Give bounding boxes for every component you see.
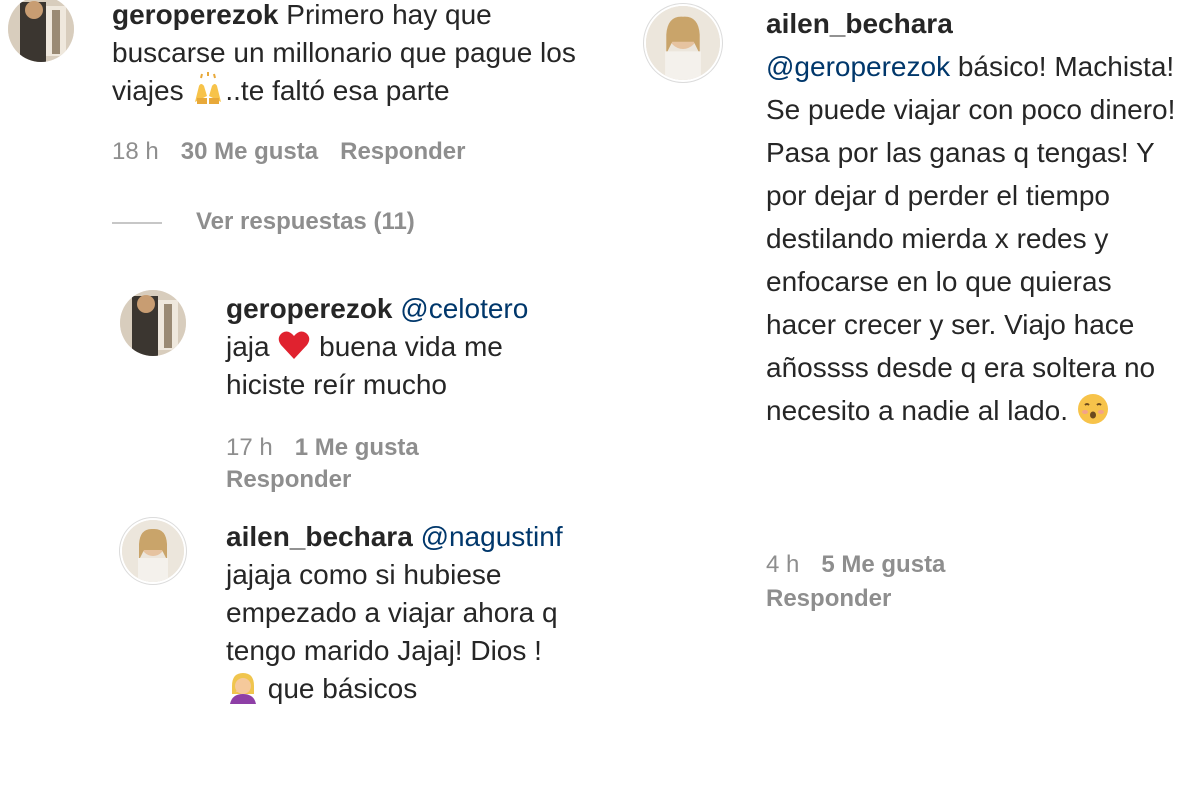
comment-username[interactable]: ailen_bechara	[766, 8, 953, 39]
reply-body: ailen_bechara @nagustinf jajaja como si …	[226, 518, 598, 708]
avatar[interactable]	[8, 0, 74, 62]
reply-text-end: que básicos	[260, 673, 418, 704]
comment-time: 18 h	[112, 138, 159, 165]
reply-button[interactable]: Responder	[340, 138, 465, 165]
user-photo-icon	[120, 290, 186, 356]
reply-text: jajaja como si hubiese empezado a viajar…	[226, 559, 566, 666]
replies-divider	[112, 221, 162, 224]
user-photo-icon	[8, 0, 74, 62]
reply-mention[interactable]: @celotero	[400, 293, 528, 324]
reply-body: geroperezok @celotero jaja buena vida me…	[226, 290, 576, 404]
reply-button[interactable]: Responder	[226, 466, 351, 493]
left-comment-thread: geroperezok Primero hay que buscarse un …	[0, 0, 600, 802]
view-replies-label: Ver respuestas (11)	[196, 208, 415, 235]
view-replies-button[interactable]: Ver respuestas (11)	[112, 208, 415, 236]
likes-count[interactable]: 5 Me gusta	[821, 551, 945, 578]
woman-facepalming-emoji-icon	[226, 670, 260, 704]
reply-username[interactable]: ailen_bechara	[226, 521, 413, 552]
right-comment: ailen_bechara @geroperezok básico! Machi…	[600, 0, 1200, 802]
reply-time: 17 h	[226, 434, 273, 461]
reply-button[interactable]: Responder	[766, 585, 891, 612]
comment-mention[interactable]: @geroperezok	[766, 51, 950, 82]
comment-body: geroperezok Primero hay que buscarse un …	[112, 0, 582, 110]
comment-meta: 4 h 5 Me gusta Responder	[766, 548, 1086, 616]
comment-time: 4 h	[766, 551, 800, 578]
likes-count[interactable]: 1 Me gusta	[295, 434, 419, 461]
user-photo-icon	[122, 520, 184, 582]
comment-username[interactable]: geroperezok	[112, 0, 279, 30]
likes-count[interactable]: 30 Me gusta	[181, 138, 318, 165]
avatar[interactable]	[120, 290, 186, 356]
red-heart-emoji-icon	[277, 328, 311, 362]
comment-meta: 18 h 30 Me gusta Responder	[112, 138, 487, 166]
comment-text-end: ..te faltó esa parte	[225, 75, 450, 106]
reply-username[interactable]: geroperezok	[226, 293, 393, 324]
comment-body: ailen_bechara @geroperezok básico! Machi…	[766, 2, 1186, 432]
raising-hands-emoji-icon	[191, 72, 225, 106]
user-photo-icon	[646, 6, 720, 80]
kissing-face-emoji-icon	[1076, 392, 1110, 426]
reply-mention[interactable]: @nagustinf	[421, 521, 563, 552]
reply-text: jaja	[226, 331, 278, 362]
avatar[interactable]	[646, 6, 720, 80]
reply-meta: 17 h 1 Me gusta Responder	[226, 432, 526, 496]
avatar[interactable]	[122, 520, 184, 582]
comment-text: básico! Machista! Se puede viajar con po…	[766, 51, 1184, 426]
